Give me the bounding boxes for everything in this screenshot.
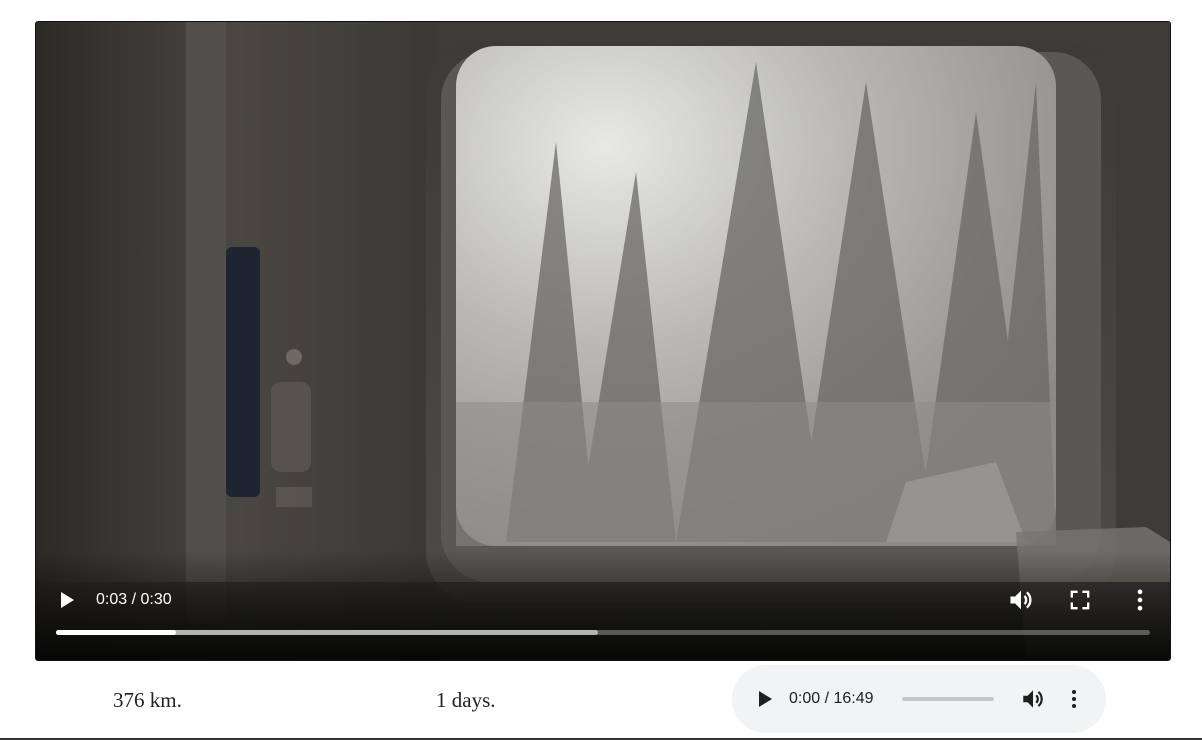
audio-player[interactable]: 0:00 / 16:49 bbox=[732, 665, 1106, 733]
fullscreen-icon[interactable] bbox=[1066, 586, 1094, 614]
video-progress-bar[interactable] bbox=[56, 630, 1150, 635]
video-player[interactable]: 0:03 / 0:30 bbox=[35, 21, 1171, 661]
page: 0:03 / 0:30 376 km. 1 days. 0:00 / 16:49 bbox=[0, 0, 1202, 740]
video-controls-scrim bbox=[36, 550, 1170, 660]
volume-icon[interactable] bbox=[1007, 586, 1035, 614]
video-played-range bbox=[56, 630, 177, 635]
audio-time-display: 0:00 / 16:49 bbox=[789, 690, 874, 707]
more-vertical-icon[interactable] bbox=[1126, 586, 1154, 614]
volume-icon[interactable] bbox=[1020, 686, 1046, 712]
play-icon[interactable] bbox=[752, 687, 776, 711]
distance-label: 376 km. bbox=[113, 688, 182, 712]
days-label: 1 days. bbox=[436, 688, 496, 712]
audio-progress-bar[interactable] bbox=[902, 697, 994, 701]
play-icon[interactable] bbox=[54, 588, 78, 612]
more-vertical-icon[interactable] bbox=[1062, 686, 1086, 712]
video-time-display: 0:03 / 0:30 bbox=[96, 591, 172, 608]
